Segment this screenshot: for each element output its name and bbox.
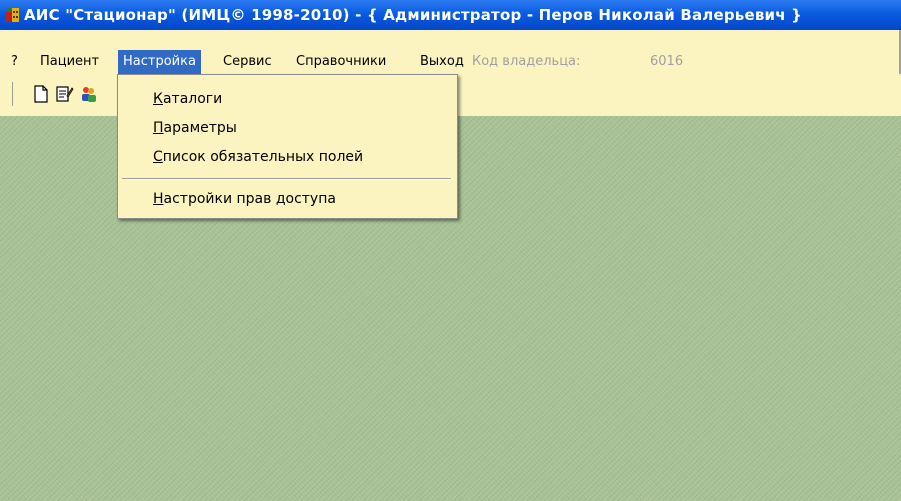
dropdown-item-required-fields[interactable]: Список обязательных полей — [118, 145, 457, 169]
frame-strip — [0, 30, 901, 50]
dropdown-separator — [122, 178, 451, 180]
edit-document-icon[interactable] — [54, 84, 74, 104]
accel-key: П — [153, 120, 164, 136]
owner-code-value: 6016 — [650, 54, 684, 69]
new-document-icon[interactable] — [31, 84, 51, 104]
accel-key: С — [153, 149, 163, 165]
users-icon[interactable] — [79, 84, 99, 104]
dropdown-item-parameters[interactable]: Параметры — [118, 116, 457, 140]
label-rest: аталоги — [162, 91, 223, 107]
dropdown-item-label: Каталоги — [153, 87, 222, 111]
owner-code-label: Код владельца: — [472, 54, 581, 69]
accel-key: Н — [153, 191, 164, 207]
menu-exit[interactable]: Выход — [415, 50, 469, 74]
app-icon — [5, 8, 19, 22]
toolbar-grip[interactable] — [9, 82, 13, 106]
settings-dropdown-menu: Каталоги Параметры Список обязательных п… — [117, 74, 458, 219]
label-rest: араметры — [163, 120, 237, 136]
menu-patient[interactable]: Пациент — [35, 50, 104, 74]
title-bar[interactable]: АИС "Стационар" (ИМЦ© 1998-2010) - { Адм… — [0, 0, 901, 30]
menu-references[interactable]: Справочники — [291, 50, 391, 74]
label-rest: астройки прав доступа — [163, 191, 336, 207]
label-rest: писок обязательных полей — [162, 149, 364, 165]
menu-settings[interactable]: Настройка — [118, 50, 201, 74]
dropdown-item-label: Параметры — [153, 116, 237, 140]
menu-service[interactable]: Сервис — [218, 50, 277, 74]
dropdown-item-catalogs[interactable]: Каталоги — [118, 87, 457, 111]
menu-help[interactable]: ? — [6, 50, 23, 74]
window-title: АИС "Стационар" (ИМЦ© 1998-2010) - { Адм… — [24, 6, 803, 24]
dropdown-item-label: Настройки прав доступа — [153, 187, 336, 211]
menu-bar: ? Пациент Настройка Сервис Справочники В… — [0, 50, 899, 74]
dropdown-item-label: Список обязательных полей — [153, 145, 363, 169]
accel-key: К — [153, 91, 163, 107]
dropdown-item-access-rights[interactable]: Настройки прав доступа — [118, 187, 457, 211]
